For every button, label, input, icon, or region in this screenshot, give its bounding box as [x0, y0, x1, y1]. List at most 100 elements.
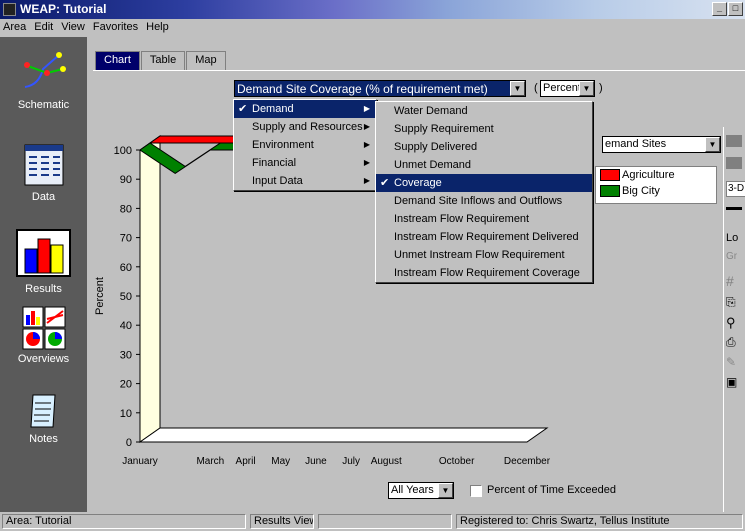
y-tick-label: 50 — [120, 291, 132, 303]
line-style-icon[interactable] — [726, 207, 742, 210]
legend-item-big-city: Big City — [596, 183, 716, 199]
menu-item-input-data[interactable]: Input Data ▶ — [234, 172, 376, 190]
menu-item-instream-requirement[interactable]: Instream Flow Requirement — [376, 210, 592, 228]
window-title: WEAP: Tutorial — [20, 2, 107, 16]
menu-item-supply-delivered[interactable]: Supply Delivered — [376, 138, 592, 156]
submenu-arrow-icon: ▶ — [363, 104, 370, 113]
sites-select[interactable]: emand Sites ▼ — [602, 136, 721, 153]
units-select[interactable]: Percent ▼ — [540, 80, 595, 97]
log-label[interactable]: Lo — [726, 232, 738, 244]
overviews-icon — [22, 306, 65, 350]
view-bar: Schematic Data Results Overviews Notes — [0, 37, 87, 512]
nav-data[interactable]: Data — [0, 141, 87, 203]
x-tick-label: June — [305, 456, 327, 467]
3d-toggle[interactable]: 3-D — [726, 181, 745, 197]
palette-icon[interactable] — [726, 135, 742, 147]
menu-area[interactable]: Area — [0, 19, 30, 35]
category-menu: ✔ Demand ▶ Supply and Resources ▶ Environme… — [233, 99, 377, 191]
nav-notes[interactable]: Notes — [0, 389, 87, 445]
grid-icon[interactable]: # — [726, 273, 734, 289]
chevron-down-icon[interactable]: ▼ — [705, 137, 720, 152]
x-tick-label: April — [236, 456, 256, 467]
status-registered: Registered to: Chris Swartz, Tellus Inst… — [456, 514, 743, 529]
x-tick-label: July — [342, 456, 360, 467]
x-tick-label: December — [504, 456, 551, 467]
nav-overviews-label: Overviews — [17, 353, 70, 365]
nav-schematic-label: Schematic — [17, 99, 70, 111]
color-icon[interactable] — [726, 157, 742, 169]
y-tick-label: 40 — [120, 320, 132, 332]
y-tick-label: 20 — [120, 379, 132, 391]
years-select-value: All Years — [391, 484, 434, 496]
legend-item-agriculture: Agriculture — [596, 167, 716, 183]
variable-select[interactable]: Demand Site Coverage (% of requirement m… — [234, 80, 526, 97]
units-open-paren: ( — [534, 82, 538, 94]
save-icon[interactable]: ▣ — [726, 375, 737, 389]
y-tick-label: 80 — [120, 203, 132, 215]
menu-view[interactable]: View — [57, 19, 89, 35]
variable-submenu: Water Demand Supply Requirement Supply D… — [375, 101, 593, 283]
nav-data-label: Data — [31, 191, 56, 203]
exceed-checkbox[interactable] — [470, 485, 482, 497]
status-view: Results View — [250, 514, 314, 529]
units-select-value: Percent — [543, 82, 581, 94]
chevron-down-icon[interactable]: ▼ — [438, 483, 453, 498]
legend-swatch — [600, 185, 620, 197]
menu-item-supply-resources[interactable]: Supply and Resources ▶ — [234, 118, 376, 136]
submenu-arrow-icon: ▶ — [363, 176, 370, 185]
legend-label: Big City — [622, 185, 660, 197]
y-tick-label: 100 — [114, 145, 132, 157]
variable-select-value: Demand Site Coverage (% of requirement m… — [237, 82, 488, 96]
maximize-button[interactable]: □ — [728, 2, 743, 16]
y-tick-label: 90 — [120, 174, 132, 186]
menu-item-coverage[interactable]: ✔ Coverage — [376, 174, 592, 192]
gridlines-label[interactable]: Gr — [726, 251, 737, 262]
menu-item-instream-delivered[interactable]: Instream Flow Requirement Delivered — [376, 228, 592, 246]
units-close-paren: ) — [599, 82, 603, 94]
zoom-icon[interactable]: ⚲ — [726, 315, 736, 331]
y-tick-label: 30 — [120, 349, 132, 361]
chart-side-wall — [139, 135, 161, 443]
y-tick-label: 0 — [126, 437, 132, 449]
submenu-arrow-icon: ▶ — [363, 158, 370, 167]
nav-results[interactable]: Results — [0, 231, 87, 295]
menu-item-environment[interactable]: Environment ▶ — [234, 136, 376, 154]
menu-favorites[interactable]: Favorites — [89, 19, 142, 35]
minimize-button[interactable]: _ — [712, 2, 727, 16]
data-icon — [24, 144, 63, 186]
bar-chart-icon — [24, 238, 63, 274]
nav-schematic[interactable]: Schematic — [0, 47, 87, 111]
years-select[interactable]: All Years ▼ — [388, 482, 454, 499]
menu-edit[interactable]: Edit — [30, 19, 57, 35]
menu-item-instream-coverage[interactable]: Instream Flow Requirement Coverage — [376, 264, 592, 282]
submenu-arrow-icon: ▶ — [363, 122, 370, 131]
x-tick-label: March — [196, 456, 224, 467]
status-blank — [318, 514, 452, 529]
status-area: Area: Tutorial — [2, 514, 246, 529]
legend-label: Agriculture — [622, 169, 675, 181]
menu-item-inflows-outflows[interactable]: Demand Site Inflows and Outflows — [376, 192, 592, 210]
nav-overviews[interactable]: Overviews — [0, 305, 87, 365]
menu-help[interactable]: Help — [142, 19, 173, 35]
title-bar: WEAP: Tutorial _ □ — [0, 0, 745, 19]
y-tick-label: 10 — [120, 408, 132, 420]
menu-item-water-demand[interactable]: Water Demand — [376, 102, 592, 120]
submenu-arrow-icon: ▶ — [363, 140, 370, 149]
app-icon — [3, 3, 16, 16]
print-icon[interactable]: ⎙ — [726, 335, 736, 350]
notepad-icon — [29, 394, 56, 428]
check-icon: ✔ — [238, 103, 248, 115]
export-icon[interactable]: ✎ — [726, 355, 736, 369]
chevron-down-icon[interactable]: ▼ — [579, 81, 594, 96]
menu-item-financial[interactable]: Financial ▶ — [234, 154, 376, 172]
y-tick-label: 60 — [120, 262, 132, 274]
menu-item-unmet-demand[interactable]: Unmet Demand — [376, 156, 592, 174]
menu-item-supply-requirement[interactable]: Supply Requirement — [376, 120, 592, 138]
chevron-down-icon[interactable]: ▼ — [510, 81, 525, 96]
schematic-icon — [23, 52, 66, 88]
menu-item-unmet-instream[interactable]: Unmet Instream Flow Requirement — [376, 246, 592, 264]
menu-item-demand[interactable]: ✔ Demand ▶ — [234, 100, 376, 118]
chart-legend: Agriculture Big City — [595, 166, 717, 204]
status-bar: Area: Tutorial Results View Registered t… — [0, 512, 745, 531]
copy-icon[interactable]: ⎘ — [726, 295, 736, 310]
